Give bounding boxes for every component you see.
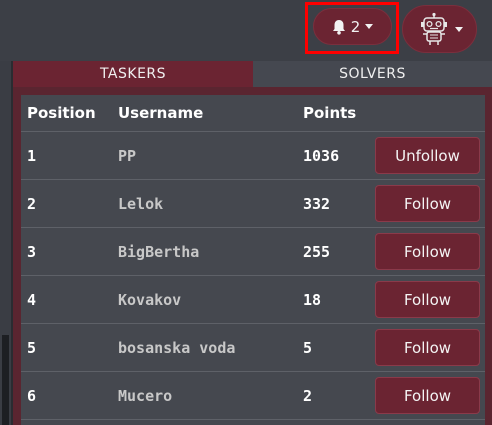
- row-points: 18: [303, 290, 322, 309]
- column-header-position: Position: [27, 104, 96, 122]
- follow-button[interactable]: Follow: [375, 233, 480, 270]
- leaderboard-tabs: TASKERS SOLVERS: [13, 61, 492, 87]
- leaderboard-panel: TASKERS SOLVERS Position Username Points…: [13, 61, 492, 425]
- sidebar-edge: [0, 61, 13, 425]
- chevron-down-icon: [454, 26, 463, 32]
- column-header-points: Points: [303, 104, 357, 122]
- row-points: 5: [303, 338, 313, 357]
- sidebar-scroll-shadow: [2, 335, 9, 425]
- table-row: 3 BigBertha 255 Follow: [21, 228, 485, 276]
- notifications-button[interactable]: 2: [313, 8, 392, 45]
- table-header-row: Position Username Points: [21, 95, 485, 132]
- unfollow-button[interactable]: Unfollow: [375, 137, 480, 174]
- follow-button[interactable]: Follow: [375, 185, 480, 222]
- table-row: 5 bosanska voda 5 Follow: [21, 324, 485, 372]
- table-row: 6 Mucero 2 Follow: [21, 372, 485, 420]
- row-points: 1036: [303, 146, 340, 165]
- table-row: 4 Kovakov 18 Follow: [21, 276, 485, 324]
- row-position: 4: [27, 290, 37, 309]
- row-username: Lelok: [118, 194, 164, 213]
- follow-button[interactable]: Follow: [375, 329, 480, 366]
- tab-taskers[interactable]: TASKERS: [13, 61, 253, 87]
- row-points: 2: [303, 386, 313, 405]
- chevron-down-icon: [365, 24, 374, 29]
- leaderboard-table: Position Username Points 1 PP 1036 Unfol…: [21, 95, 485, 425]
- table-row: 1 PP 1036 Unfollow: [21, 132, 485, 180]
- table-row: 2 Lelok 332 Follow: [21, 180, 485, 228]
- top-navbar: 2: [0, 0, 492, 61]
- row-points: 255: [303, 242, 331, 261]
- row-position: 2: [27, 194, 37, 213]
- robot-avatar-icon: [417, 12, 451, 46]
- row-username: PP: [118, 146, 137, 165]
- column-header-username: Username: [118, 104, 204, 122]
- row-position: 6: [27, 386, 37, 405]
- tab-solvers[interactable]: SOLVERS: [253, 61, 492, 87]
- notification-count: 2: [350, 17, 361, 36]
- row-username: Mucero: [118, 386, 173, 405]
- row-position: 5: [27, 338, 37, 357]
- row-username: BigBertha: [118, 242, 200, 261]
- row-points: 332: [303, 194, 331, 213]
- row-username: Kovakov: [118, 290, 182, 309]
- follow-button[interactable]: Follow: [375, 281, 480, 318]
- profile-menu-button[interactable]: [402, 5, 477, 53]
- row-position: 1: [27, 146, 37, 165]
- follow-button[interactable]: Follow: [375, 377, 480, 414]
- row-position: 3: [27, 242, 37, 261]
- row-username: bosanska voda: [118, 338, 236, 357]
- bell-icon: [332, 19, 346, 35]
